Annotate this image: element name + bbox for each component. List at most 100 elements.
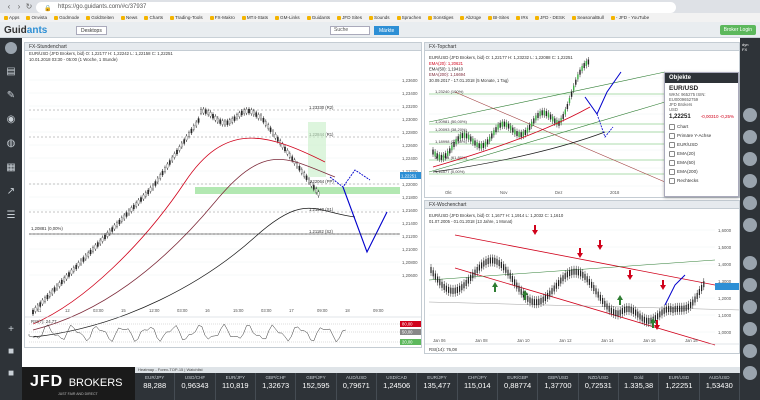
avatar[interactable] [743, 196, 757, 210]
ticker-item[interactable]: AUD/USD 1,53430 [700, 373, 740, 400]
ticker-item[interactable]: EUR/GBP 0,88774 [498, 373, 539, 400]
ticker-item[interactable]: NZD/USD 0,72531 [579, 373, 619, 400]
candle-body [221, 120, 224, 125]
bookmark-item[interactable]: Onvista [24, 15, 49, 20]
bookmark-item[interactable]: News [119, 15, 140, 20]
address-bar[interactable]: 🔒 https://go.guidants.com/#c/37937 [36, 2, 676, 13]
bookmark-item[interactable]: BI-Sites [486, 15, 511, 20]
bookmark-item[interactable]: MT4-Stats [240, 15, 270, 20]
time-tick-label: Jan 12 [559, 338, 572, 343]
candle-body [541, 110, 543, 116]
ticker-item[interactable]: GBP/USD 1,37700 [538, 373, 579, 400]
avatar[interactable] [5, 42, 17, 54]
search-input[interactable]: Suche [330, 26, 370, 35]
object-list-item[interactable]: Primäre Y-Achse [665, 131, 738, 140]
ticker-item[interactable]: USD/CHF 0,96343 [175, 373, 216, 400]
guidants-logo[interactable]: Guidants [4, 25, 47, 36]
bookmark-item[interactable]: JFD Sites [335, 15, 364, 20]
bookmark-item[interactable]: Sonstiges [426, 15, 455, 20]
candle-body [584, 273, 586, 280]
bookmark-item[interactable]: Sounds [367, 15, 392, 20]
avatar[interactable] [743, 174, 757, 188]
ticker-item[interactable]: EUR/USD 1,22251 [659, 373, 700, 400]
object-list-item[interactable]: EUR/USD [665, 140, 738, 149]
bookmark-item[interactable]: Trading-Tools [168, 15, 205, 20]
avatar[interactable] [743, 108, 757, 122]
globe-icon[interactable]: ◍ [5, 138, 17, 150]
ticker-item[interactable]: GBP/CHF 1,32673 [256, 373, 297, 400]
object-list-item[interactable]: Chart [665, 122, 738, 131]
bookmark-item[interactable]: Godmode [52, 15, 81, 20]
desktops-button[interactable]: Desktops [76, 26, 107, 35]
candle-body [537, 112, 539, 118]
time-tick-label: 12 [65, 308, 70, 313]
time-tick-label: 17 [289, 308, 294, 313]
weekly-chart[interactable]: EUR/USD (JFD Brokers, bid) O: 1,1677 H: … [425, 210, 740, 354]
candle-body [267, 124, 270, 129]
bookmark-item[interactable]: Sprachen [395, 15, 424, 20]
hourly-chart[interactable]: EMA(20): 1,22284EMA(50): 1,22322EMA(100)… [25, 62, 422, 348]
avatar[interactable] [743, 218, 757, 232]
ticker-item[interactable]: AUD/USD 0,79671 [337, 373, 377, 400]
avatar[interactable] [743, 278, 757, 292]
bookmark-item[interactable]: Apps [2, 15, 21, 20]
reload-icon[interactable]: ↻ [24, 2, 34, 12]
forward-icon[interactable]: › [14, 2, 24, 12]
back-icon[interactable]: ‹ [4, 2, 14, 12]
chart-icon[interactable]: ▤ [5, 66, 17, 78]
ticker-item[interactable]: EUR/JPY 135,477 [417, 373, 458, 400]
scenario-path [584, 71, 622, 116]
trend-icon[interactable]: ↗ [5, 186, 17, 198]
folder-icon-2[interactable]: ■ [5, 368, 17, 380]
add-icon[interactable]: + [5, 324, 17, 336]
bookmark-item[interactable]: JFD - DESK [533, 15, 567, 20]
logo-text-b: ants [26, 25, 48, 36]
candle-body [472, 272, 474, 279]
bookmark-item[interactable]: Abzüge [458, 15, 483, 20]
ticker-item[interactable]: USD/CAD 1,24506 [377, 373, 418, 400]
object-list-item[interactable]: EMA(20) [665, 149, 738, 158]
candle-body [524, 130, 527, 136]
price-tick-label: 1,20800 [402, 260, 418, 265]
avatar[interactable] [743, 322, 757, 336]
avatar[interactable] [743, 256, 757, 270]
list-icon[interactable]: ☰ [5, 210, 17, 222]
broker-login-button[interactable]: Broker Login [719, 25, 756, 35]
ticker-item[interactable]: EUR/JPY 110,819 [216, 373, 256, 400]
bookmark-item[interactable]: - JFD - YouTube [609, 15, 651, 20]
candle-body [32, 309, 34, 315]
ticker-value: 0,79671 [342, 381, 370, 390]
ticker-item[interactable]: Gold 1.335,38 [619, 373, 660, 400]
markets-button[interactable]: Märkte [374, 26, 400, 35]
object-list-item[interactable]: EMA(200) [665, 167, 738, 176]
avatar[interactable] [743, 366, 757, 380]
candle-body [526, 127, 529, 133]
avatar[interactable] [743, 152, 757, 166]
ticker-item[interactable]: EUR/JPY 88,288 [135, 373, 176, 400]
bookmark-item[interactable]: SeasonalBull [570, 15, 606, 20]
ticker-symbol: GBP/CHF [265, 375, 286, 380]
bookmark-item[interactable]: GM-Links [273, 15, 302, 20]
avatar[interactable] [743, 344, 757, 358]
jfd-brokers-ad[interactable]: JFD BROKERS JUST FAIR AND DIRECT [22, 367, 135, 400]
ticker-item[interactable]: CHF/JPY 115,014 [458, 373, 498, 400]
bookmark-item[interactable]: GoldSeiten [84, 15, 116, 20]
candle-body [207, 110, 210, 115]
candle-body [540, 297, 542, 304]
object-list-item[interactable]: EMA(50) [665, 158, 738, 167]
avatar[interactable] [743, 130, 757, 144]
bookmark-item[interactable]: FX-Makro [208, 15, 237, 20]
ticker-item[interactable]: GBP/JPY 152,595 [296, 373, 337, 400]
bookmark-item[interactable]: Charts [142, 15, 165, 20]
bookmark-item[interactable]: Guidants [305, 15, 332, 20]
candle-body [591, 281, 593, 288]
bookmark-item[interactable]: IRs [514, 15, 530, 20]
news-icon[interactable]: ▦ [5, 162, 17, 174]
object-list-item[interactable]: Rechtecks [665, 176, 738, 185]
candle-body [286, 150, 289, 155]
bookmark-icon[interactable]: ✎ [5, 90, 17, 102]
eye-icon[interactable]: ◉ [5, 114, 17, 126]
folder-icon[interactable]: ■ [5, 346, 17, 358]
avatar[interactable] [743, 300, 757, 314]
candle-body [522, 131, 524, 137]
